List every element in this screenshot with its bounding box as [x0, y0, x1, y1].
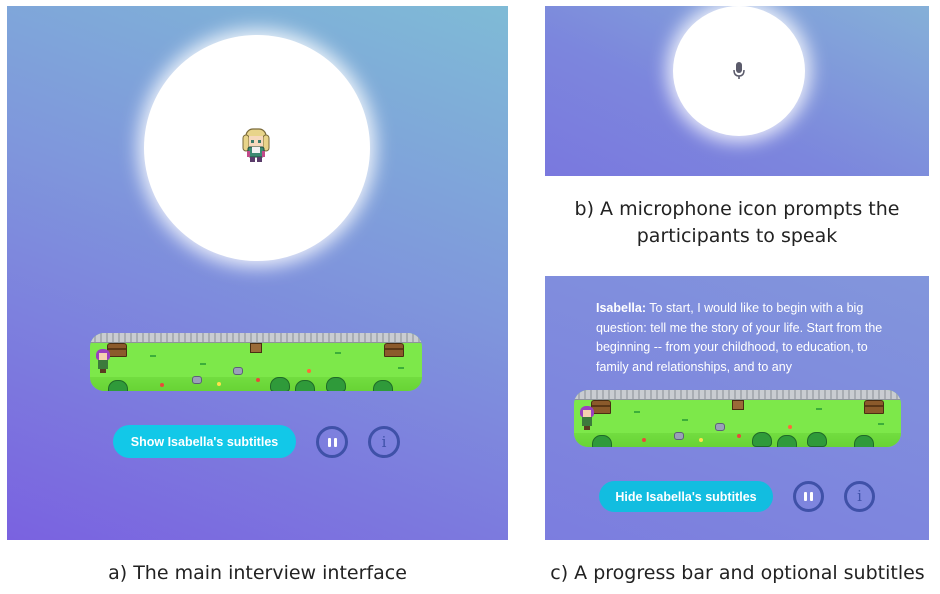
subtitle-text: Isabella: To start, I would like to begi…: [596, 299, 886, 377]
speaking-orb: [144, 35, 370, 261]
grass-tuft-icon: [816, 408, 822, 413]
player-character-icon: [580, 406, 594, 430]
treasure-chest-icon: [864, 400, 884, 414]
progress-bar: [90, 333, 422, 391]
signpost-icon: [250, 343, 262, 353]
bush-icon: [752, 432, 772, 447]
rock-icon: [233, 367, 243, 375]
main-interview-panel: Show Isabella's subtitles i: [7, 6, 508, 540]
bush-icon: [373, 380, 393, 391]
speaking-orb: [673, 6, 805, 136]
rock-icon: [192, 376, 202, 384]
grass-tuft-icon: [335, 352, 341, 357]
subtitle-speaker: Isabella:: [596, 301, 647, 315]
progress-bar: [574, 390, 901, 447]
bush-icon: [270, 377, 290, 391]
isabella-avatar: [242, 128, 270, 162]
microphone-prompt-panel: [545, 6, 929, 176]
grass-tuft-icon: [150, 355, 156, 360]
bush-icon: [326, 377, 346, 391]
flower-icon: [737, 434, 741, 438]
bush-icon: [295, 380, 315, 391]
info-button[interactable]: i: [368, 426, 400, 458]
bush-icon: [592, 435, 612, 447]
grass-tuft-icon: [682, 419, 688, 424]
info-button[interactable]: i: [844, 481, 875, 512]
treasure-chest-icon: [591, 400, 611, 414]
info-icon: i: [381, 432, 387, 451]
flower-icon: [217, 382, 221, 386]
flower-icon: [788, 425, 792, 429]
info-icon: i: [857, 487, 862, 505]
microphone-icon[interactable]: [733, 62, 745, 80]
bush-icon: [807, 432, 827, 447]
progress-fence: [574, 390, 901, 400]
rock-icon: [674, 432, 684, 440]
caption-b-line2: participants to speak: [636, 225, 838, 247]
caption-a: a) The main interview interface: [108, 562, 407, 584]
player-character-icon: [96, 349, 110, 373]
caption-b-line1: b) A microphone icon prompts the: [574, 198, 900, 220]
caption-b: b) A microphone icon prompts the partici…: [545, 196, 929, 250]
show-subtitles-button[interactable]: Show Isabella's subtitles: [113, 425, 296, 458]
caption-c: c) A progress bar and optional subtitles: [550, 562, 925, 584]
flower-icon: [699, 438, 703, 442]
hide-subtitles-button[interactable]: Hide Isabella's subtitles: [599, 481, 773, 512]
flower-icon: [256, 378, 260, 382]
bush-icon: [854, 435, 874, 447]
flower-icon: [642, 438, 646, 442]
pause-icon: [804, 492, 813, 501]
bush-icon: [777, 435, 797, 447]
pause-button[interactable]: [793, 481, 824, 512]
bush-icon: [108, 380, 128, 391]
progress-fence: [90, 333, 422, 343]
grass-tuft-icon: [634, 411, 640, 416]
treasure-chest-icon: [107, 343, 127, 357]
subtitles-panel: Isabella: To start, I would like to begi…: [545, 276, 929, 540]
grass-tuft-icon: [878, 423, 884, 428]
grass-tuft-icon: [398, 367, 404, 372]
signpost-icon: [732, 400, 744, 410]
flower-icon: [160, 383, 164, 387]
pause-icon: [327, 437, 337, 447]
grass-tuft-icon: [200, 363, 206, 368]
rock-icon: [715, 423, 725, 431]
flower-icon: [307, 369, 311, 373]
treasure-chest-icon: [384, 343, 404, 357]
pause-button[interactable]: [316, 426, 348, 458]
